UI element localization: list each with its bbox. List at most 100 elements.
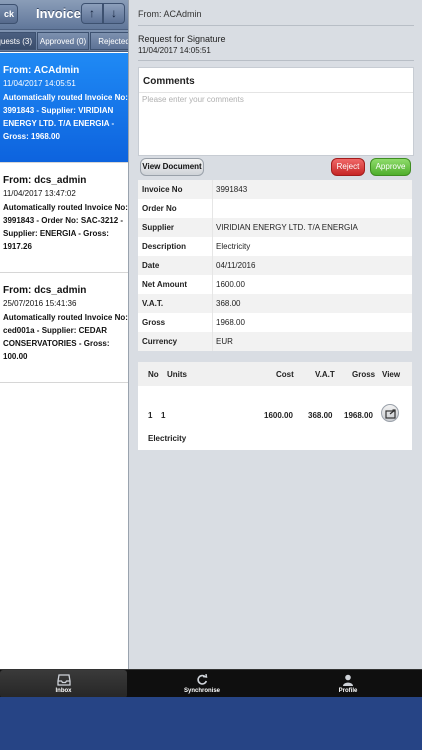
lines-header: No Units Cost V.A.T Gross View [138, 362, 412, 386]
field-label: Gross [142, 318, 166, 327]
field-label: Supplier [142, 223, 175, 232]
navigation-bar: ck Invoice ↑ ↓ [0, 0, 128, 30]
tab-inbox[interactable]: Inbox [0, 670, 127, 697]
segment-rejected[interactable]: Rejected [90, 32, 128, 50]
item-from: From: ACAdmin [3, 65, 80, 76]
item-description: Automatically routed Invoice No: 3991843… [3, 93, 128, 141]
detail-row: Currency EUR [138, 332, 412, 351]
approve-button[interactable]: Approve [370, 158, 411, 176]
comments-title: Comments [143, 76, 195, 87]
next-item-button[interactable]: ↓ [103, 3, 125, 24]
detail-row: Gross 1968.00 [138, 313, 412, 332]
column-divider [212, 199, 213, 218]
nav-title: Invoice [36, 6, 81, 21]
tab-label: Synchronise [183, 688, 220, 694]
item-date: 11/04/2017 14:05:51 [3, 79, 76, 88]
view-document-button[interactable]: View Document [140, 158, 204, 176]
header-view: View [382, 370, 401, 379]
refresh-icon [197, 674, 208, 685]
header-units: Units [167, 370, 187, 379]
field-label: Net Amount [142, 280, 188, 289]
detail-row: V.A.T. 368.00 [138, 294, 412, 313]
detail-row: Supplier VIRIDIAN ENERGY LTD. T/A ENERGIA [138, 218, 412, 237]
arrow-down-icon: ↓ [111, 6, 117, 20]
item-date: 11/04/2017 13:47:02 [3, 189, 76, 198]
detail-row: Net Amount 1600.00 [138, 275, 412, 294]
invoice-details-table: Invoice No 3991843 Order No Supplier VIRID… [138, 180, 412, 351]
open-document-icon [385, 409, 396, 419]
header-cost: Cost [276, 370, 294, 379]
app-window: ck Invoice ↑ ↓ quests (3) Approved (0) R… [0, 0, 422, 697]
invoice-detail-pane: From: ACAdmin Request for Signature 11/0… [130, 0, 422, 669]
field-value: VIRIDIAN ENERGY LTD. T/A ENERGIA [216, 223, 358, 232]
list-item[interactable]: From: dcs_admin 25/07/2016 15:41:36 Auto… [0, 273, 128, 383]
request-date: 11/04/2017 14:05:51 [138, 46, 211, 55]
item-description: Automatically routed Invoice No: ced001a… [3, 313, 128, 361]
field-label: V.A.T. [142, 299, 164, 308]
comments-box: Comments [138, 67, 414, 156]
field-label: Date [142, 261, 160, 270]
request-title: Request for Signature [138, 34, 226, 44]
column-divider [212, 332, 213, 351]
header-gross: Gross [352, 370, 376, 379]
detail-from: From: ACAdmin [138, 9, 202, 19]
list-item[interactable]: From: dcs_admin 11/04/2017 13:47:02 Auto… [0, 163, 128, 273]
line-vat: 368.00 [308, 411, 333, 420]
reject-button[interactable]: Reject [331, 158, 365, 176]
column-divider [212, 275, 213, 294]
bottom-band [0, 697, 422, 750]
table-row: 1 1 1600.00 368.00 1968.00 Electricity [138, 396, 412, 446]
invoice-lines-table: No Units Cost V.A.T Gross View 1 1 1600.… [138, 362, 412, 450]
column-divider [212, 237, 213, 256]
column-divider [212, 180, 213, 199]
field-label: Currency [142, 337, 178, 346]
tab-label: Inbox [55, 688, 72, 694]
field-value: Electricity [216, 242, 251, 251]
field-value: 1968.00 [216, 318, 245, 327]
column-divider [212, 294, 213, 313]
comments-input[interactable] [142, 95, 410, 153]
segment-approved[interactable]: Approved (0) [37, 32, 89, 50]
view-line-button[interactable] [381, 404, 399, 422]
list-item[interactable]: From: ACAdmin 11/04/2017 14:05:51 Automa… [0, 53, 128, 163]
divider [138, 25, 414, 26]
field-label: Order No [142, 204, 177, 213]
detail-row: Order No [138, 199, 412, 218]
item-description: Automatically routed Invoice No: 3991843… [3, 203, 128, 251]
line-gross: 1968.00 [344, 411, 373, 420]
request-list: From: ACAdmin 11/04/2017 14:05:51 Automa… [0, 53, 128, 383]
line-description: Electricity [148, 434, 187, 443]
line-units: 1 [161, 411, 166, 420]
column-divider [212, 218, 213, 237]
item-from: From: dcs_admin [3, 175, 87, 186]
header-vat: V.A.T [315, 370, 335, 379]
previous-item-button[interactable]: ↑ [81, 3, 103, 24]
tab-profile[interactable]: Profile [290, 670, 406, 697]
header-no: No [148, 370, 159, 379]
line-cost: 1600.00 [264, 411, 293, 420]
column-divider [212, 256, 213, 275]
item-date: 25/07/2016 15:41:36 [3, 299, 77, 308]
person-icon [343, 674, 353, 686]
back-button[interactable]: ck [0, 4, 18, 24]
column-divider [212, 313, 213, 332]
tab-bar: Inbox Synchronise Profile [0, 669, 422, 697]
field-value: EUR [216, 337, 233, 346]
field-value: 04/11/2016 [216, 261, 256, 270]
field-label: Invoice No [142, 185, 183, 194]
field-value: 1600.00 [216, 280, 245, 289]
field-label: Description [142, 242, 187, 251]
segment-requests[interactable]: quests (3) [0, 32, 36, 50]
divider [139, 92, 413, 93]
status-segmented-control: quests (3) Approved (0) Rejected [0, 30, 128, 52]
detail-row: Description Electricity [138, 237, 412, 256]
divider [138, 60, 414, 61]
invoice-list-pane: ck Invoice ↑ ↓ quests (3) Approved (0) R… [0, 0, 129, 669]
item-from: From: dcs_admin [3, 285, 87, 296]
line-no: 1 [148, 411, 153, 420]
tab-synchronise[interactable]: Synchronise [140, 670, 264, 697]
arrow-up-icon: ↑ [89, 6, 95, 20]
field-value: 368.00 [216, 299, 241, 308]
tab-label: Profile [338, 688, 358, 694]
detail-row: Date 04/11/2016 [138, 256, 412, 275]
